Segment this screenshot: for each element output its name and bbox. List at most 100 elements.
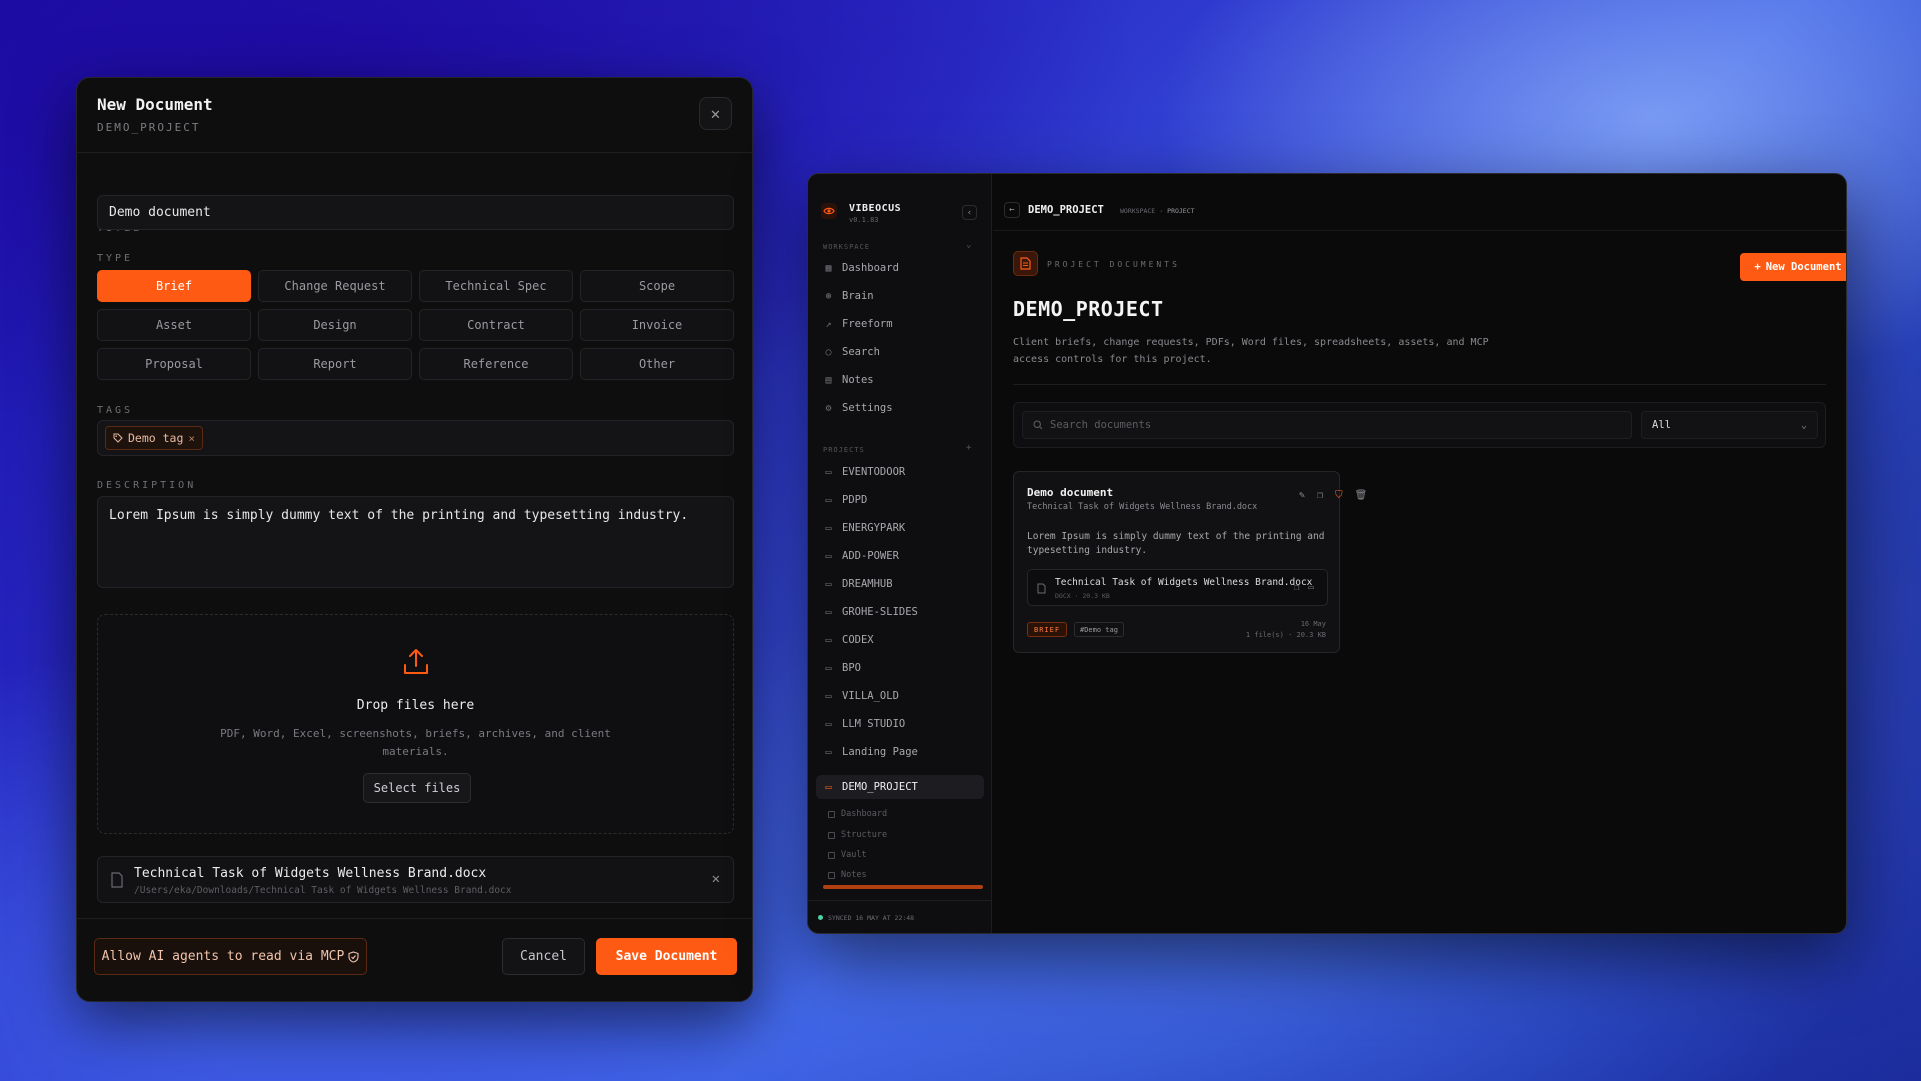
sidebar-item-label: Search	[842, 346, 880, 358]
add-project-icon[interactable]: +	[966, 443, 971, 453]
active-subitem-indicator	[823, 885, 983, 889]
type-technical-spec-button[interactable]: Technical Spec	[419, 270, 573, 302]
project-item[interactable]: ▭ ADD-POWER	[816, 544, 984, 568]
type-other-button[interactable]: Other	[580, 348, 734, 380]
modal-title: New Document	[97, 95, 213, 114]
file-drop-zone[interactable]: Drop files here PDF, Word, Excel, screen…	[97, 614, 734, 834]
type-filter-select[interactable]: All ⌄	[1641, 411, 1818, 439]
cancel-button[interactable]: Cancel	[502, 938, 585, 975]
project-subitem-dashboard[interactable]: Dashboard	[828, 806, 887, 822]
mcp-access-toggle[interactable]: Allow AI agents to read via MCP	[94, 938, 367, 975]
remove-file-icon[interactable]: ✕	[712, 871, 720, 887]
project-label: ADD-POWER	[842, 550, 899, 562]
type-reference-button[interactable]: Reference	[419, 348, 573, 380]
filter-bar: Search documents All ⌄	[1013, 402, 1826, 448]
project-item[interactable]: ▭ DREAMHUB	[816, 572, 984, 596]
copy-icon[interactable]: ❐	[1317, 491, 1323, 501]
eye-logo-icon	[821, 203, 837, 219]
edit-icon[interactable]: ✎	[1299, 491, 1305, 501]
file-icon	[111, 872, 123, 888]
attachment-actions: ❐ ▭	[1294, 583, 1314, 593]
new-document-button[interactable]: + New Document	[1740, 253, 1846, 281]
project-subitem-structure[interactable]: Structure	[828, 827, 887, 843]
attachment-meta: DOCX · 20.3 KB	[1055, 592, 1110, 600]
project-item-active[interactable]: ▭ DEMO_PROJECT	[816, 775, 984, 799]
project-item[interactable]: ▭ GROHE-SLIDES	[816, 600, 984, 624]
project-subitem-notes[interactable]: Notes	[828, 867, 867, 883]
folder-open-icon: ▭	[825, 781, 832, 793]
mcp-shield-icon[interactable]: ⛉	[1335, 491, 1343, 501]
type-proposal-button[interactable]: Proposal	[97, 348, 251, 380]
title-input[interactable]: Demo document	[97, 195, 734, 230]
type-contract-button[interactable]: Contract	[419, 309, 573, 341]
divider	[1013, 384, 1826, 385]
breadcrumb-workspace[interactable]: WORKSPACE	[1120, 207, 1155, 215]
project-label: Landing Page	[842, 746, 918, 758]
main-content: PROJECT DOCUMENTS + New Document DEMO_PR…	[993, 231, 1846, 933]
sync-status-dot	[818, 915, 823, 920]
document-card[interactable]: Demo document Technical Task of Widgets …	[1013, 471, 1367, 653]
close-button[interactable]: ✕	[699, 97, 732, 130]
sidebar-item-label: Settings	[842, 402, 893, 414]
breadcrumb-separator: ›	[1159, 207, 1164, 215]
breadcrumb: WORKSPACE › PROJECT	[1120, 207, 1195, 215]
card-stats: 1 file(s) · 20.3 KB	[1245, 631, 1326, 639]
project-subitem-label: Structure	[841, 830, 888, 840]
project-label: DREAMHUB	[842, 578, 893, 590]
search-input[interactable]: Search documents	[1022, 411, 1632, 439]
attachment-name: Technical Task of Widgets Wellness Brand…	[1055, 577, 1313, 588]
open-folder-icon[interactable]: ▭	[1308, 583, 1313, 593]
remove-tag-icon[interactable]: ×	[188, 432, 195, 445]
project-item[interactable]: ▭ Landing Page	[816, 740, 984, 764]
sync-status: SYNCED 16 MAY AT 22:48	[808, 900, 992, 933]
section-kicker: PROJECT DOCUMENTS	[1047, 260, 1180, 269]
arrow-left-icon: ←	[1009, 205, 1015, 215]
sidebar-item-label: Notes	[842, 374, 874, 386]
tags-input[interactable]: Demo tag ×	[97, 420, 734, 456]
project-label: ENERGYPARK	[842, 522, 906, 534]
type-invoice-button[interactable]: Invoice	[580, 309, 734, 341]
sidebar-item-search[interactable]: ○ Search	[816, 340, 984, 364]
app-window: VIBEOCUS v0.1.83 ‹ WORKSPACE ⌄ ▦ Dashboar…	[807, 173, 1847, 934]
type-asset-button[interactable]: Asset	[97, 309, 251, 341]
project-item[interactable]: ▭ ENERGYPARK	[816, 516, 984, 540]
sidebar-item-dashboard[interactable]: ▦ Dashboard	[816, 256, 984, 280]
sidebar-item-freeform[interactable]: ↗ Freeform	[816, 312, 984, 336]
type-design-button[interactable]: Design	[258, 309, 412, 341]
project-item[interactable]: ▭ VILLA_OLD	[816, 684, 984, 708]
project-item[interactable]: ▭ EVENTODOOR	[816, 460, 984, 484]
project-item[interactable]: ▭ BPO	[816, 656, 984, 680]
plus-icon: +	[1754, 261, 1761, 273]
project-label: VILLA_OLD	[842, 690, 899, 702]
type-change-request-button[interactable]: Change Request	[258, 270, 412, 302]
sidebar-item-settings[interactable]: ⚙ Settings	[816, 396, 984, 420]
description-textarea[interactable]: Lorem Ipsum is simply dummy text of the …	[97, 496, 734, 588]
card-attachment[interactable]: Technical Task of Widgets Wellness Brand…	[1027, 569, 1328, 606]
project-subitem-vault[interactable]: Vault	[828, 847, 867, 863]
drop-description: PDF, Word, Excel, screenshots, briefs, a…	[220, 727, 611, 758]
modal-project-name: DEMO_PROJECT	[97, 121, 201, 134]
select-files-button[interactable]: Select files	[363, 773, 471, 803]
project-item[interactable]: ▭ LLM STUDIO	[816, 712, 984, 736]
folder-icon: ▭	[825, 494, 832, 506]
type-report-button[interactable]: Report	[258, 348, 412, 380]
folder-icon: ▭	[825, 578, 832, 590]
search-icon: ○	[825, 346, 832, 358]
folder-icon: ▭	[825, 690, 832, 702]
project-item[interactable]: ▭ CODEX	[816, 628, 984, 652]
type-scope-button[interactable]: Scope	[580, 270, 734, 302]
tags-label: TAGS	[97, 405, 134, 416]
copy-path-icon[interactable]: ❐	[1294, 583, 1299, 593]
structure-icon	[828, 831, 835, 839]
back-button[interactable]: ←	[1004, 202, 1020, 218]
project-item[interactable]: ▭ PDPD	[816, 488, 984, 512]
collapse-sidebar-button[interactable]: ‹	[962, 205, 977, 220]
type-brief-button[interactable]: Brief	[97, 270, 251, 302]
new-document-modal: New Document DEMO_PROJECT ✕ TITLE Demo d…	[76, 77, 753, 1002]
delete-icon[interactable]: 🗑	[1355, 491, 1368, 501]
sidebar-item-notes[interactable]: ▤ Notes	[816, 368, 984, 392]
close-icon: ✕	[710, 104, 721, 123]
collapse-workspace-icon[interactable]: ⌄	[966, 240, 971, 250]
sidebar-item-brain[interactable]: ⊛ Brain	[816, 284, 984, 308]
save-document-button[interactable]: Save Document	[596, 938, 737, 975]
